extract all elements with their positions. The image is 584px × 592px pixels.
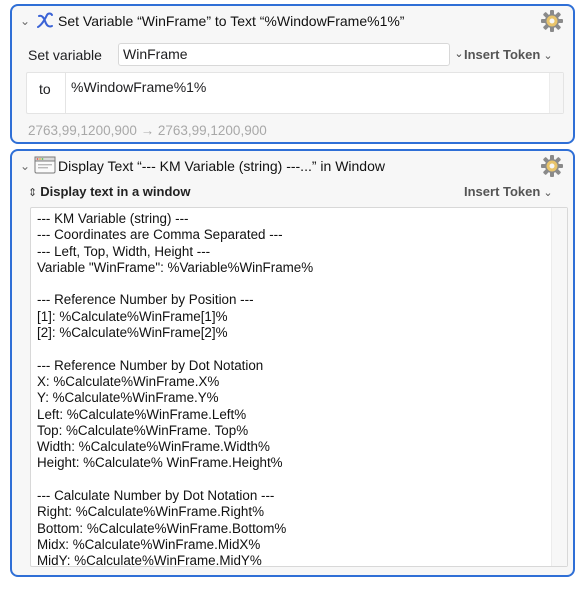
display-text-field[interactable]: --- KM Variable (string) --- --- Coordin… [31, 208, 551, 566]
to-label: to [39, 81, 51, 97]
action-title-bar[interactable]: ⌄ Set Variable “WinFrame” to Text “%Wind… [12, 6, 573, 36]
insert-token-menu[interactable]: Insert Token ⌄ [464, 184, 553, 199]
to-field-scrollbar[interactable] [549, 73, 563, 113]
window-icon [34, 156, 56, 174]
to-value-field[interactable]: %WindowFrame%1% [65, 73, 550, 113]
display-mode-popup[interactable]: ⇕ Display text in a window [28, 184, 190, 199]
action-title-bar[interactable]: ⌄ Display Text “--- KM Variable (string)… [12, 151, 573, 181]
set-variable-label: Set variable [28, 47, 102, 63]
to-text-area: to %WindowFrame%1% [26, 72, 564, 114]
insert-token-label: Insert Token [464, 47, 541, 62]
insert-token-label: Insert Token [464, 184, 541, 199]
display-text-action[interactable]: ⌄ Display Text “--- KM Variable (string)… [10, 149, 575, 577]
insert-token-menu[interactable]: Insert Token ⌄ [464, 47, 553, 62]
gear-icon[interactable] [540, 9, 564, 33]
collapse-chevron-icon[interactable]: ⌄ [18, 159, 32, 173]
chevron-down-icon: ⌄ [543, 187, 553, 199]
action-title: Set Variable “WinFrame” to Text “%Window… [58, 13, 405, 29]
display-mode-label: Display text in a window [40, 184, 191, 199]
text-area-scrollbar[interactable] [551, 208, 567, 566]
collapse-chevron-icon[interactable]: ⌄ [18, 14, 32, 28]
display-text-area: --- KM Variable (string) --- --- Coordin… [30, 207, 568, 567]
chevron-down-icon: ⌄ [543, 50, 553, 62]
set-variable-action[interactable]: ⌄ Set Variable “WinFrame” to Text “%Wind… [10, 4, 575, 144]
gear-icon[interactable] [540, 154, 564, 178]
variable-name-field[interactable]: WinFrame [118, 43, 450, 66]
variable-x-icon [37, 12, 53, 28]
action-title: Display Text “--- KM Variable (string) -… [58, 158, 385, 174]
result-preview: 2763,99,1200,900 → 2763,99,1200,900 [28, 123, 267, 138]
up-down-chevron-icon: ⇕ [28, 187, 38, 199]
